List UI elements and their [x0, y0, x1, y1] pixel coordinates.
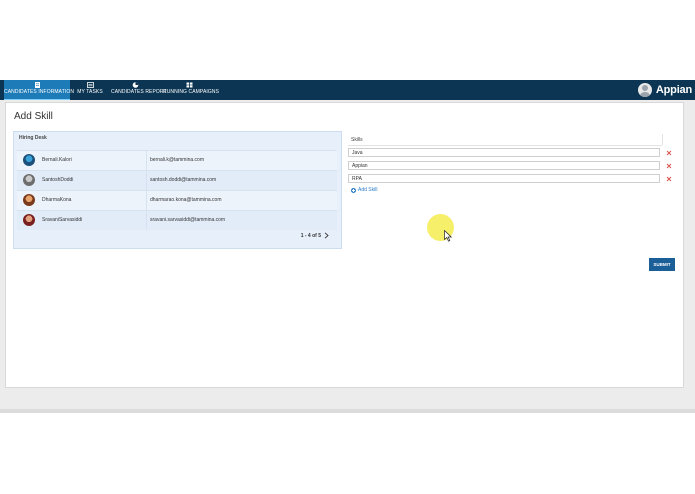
candidate-email: dharmarao.kona@tammina.com — [150, 197, 222, 203]
chevron-right-icon[interactable] — [324, 232, 329, 239]
candidate-name: Bernali.Kalori — [42, 157, 72, 163]
add-skill-label: Add Skill — [358, 187, 378, 193]
remove-icon[interactable] — [666, 150, 672, 156]
nav-tab-candidates-information[interactable]: CANDIDATES INFORMATION — [4, 80, 75, 100]
pie-chart-icon — [132, 82, 138, 88]
nav-tab-candidates-report[interactable]: CANDIDATES REPORT — [111, 80, 167, 100]
hiring-desk-title: Hiring Desk — [19, 135, 47, 141]
plus-circle-icon — [351, 187, 356, 193]
nav-tab-label: CANDIDATES INFORMATION — [4, 89, 75, 95]
skills-panel: Skills Add Skill — [348, 134, 674, 196]
avatar — [23, 194, 35, 206]
main-content: Add Skill Hiring Desk Bernali.Kalori ber… — [5, 102, 684, 388]
nav-tab-running-campaigns[interactable]: RUNNING CAMPAIGNS — [163, 80, 220, 100]
hiring-desk-card: Hiring Desk Bernali.Kalori bernali.k@tam… — [13, 131, 342, 249]
skill-field[interactable] — [348, 174, 660, 183]
horizontal-scrollbar[interactable] — [0, 409, 695, 413]
column-divider — [146, 211, 147, 230]
add-skill-link[interactable]: Add Skill — [351, 187, 377, 193]
skill-field[interactable] — [348, 161, 660, 170]
candidate-email: bernali.k@tammina.com — [150, 157, 204, 163]
skill-field[interactable] — [348, 148, 660, 157]
skills-header-label: Skills — [351, 137, 363, 143]
candidate-name: SantoshDoddi — [42, 177, 74, 183]
page-title: Add Skill — [14, 111, 53, 122]
candidate-email: sravani.sarvasiddi@tammina.com — [150, 217, 226, 223]
column-divider — [146, 151, 147, 170]
nav-tab-label: MY TASKS — [77, 89, 103, 95]
user-avatar[interactable] — [637, 83, 652, 97]
remove-icon[interactable] — [666, 176, 672, 182]
table-row[interactable]: DharmaKona dharmarao.kona@tammina.com — [17, 190, 337, 210]
table-row[interactable]: SantoshDoddi santosh.doddi@tammina.com — [17, 170, 337, 190]
avatar — [23, 174, 35, 186]
column-divider — [146, 171, 147, 190]
column-divider — [662, 134, 663, 145]
table-row[interactable]: Bernali.Kalori bernali.k@tammina.com — [17, 150, 337, 170]
candidate-email: santosh.doddi@tammina.com — [150, 177, 217, 183]
candidate-name: DharmaKona — [42, 197, 72, 203]
submit-button[interactable]: SUBMIT — [649, 258, 675, 271]
nav-tab-my-tasks[interactable]: MY TASKS — [77, 80, 103, 100]
document-icon — [34, 82, 40, 88]
avatar — [23, 214, 35, 226]
grid-icon — [186, 82, 192, 88]
app-frame: CANDIDATES INFORMATION MY TASKS CANDIDAT… — [0, 80, 695, 413]
tasks-icon — [86, 82, 94, 88]
avatar — [23, 154, 35, 166]
appian-logo: Appian — [655, 84, 692, 96]
nav-tab-label: CANDIDATES REPORT — [111, 89, 167, 95]
candidate-name: SravaniSarvasiddi — [42, 217, 83, 223]
top-nav: CANDIDATES INFORMATION MY TASKS CANDIDAT… — [0, 80, 695, 100]
pagination-label: 1 - 4 of 5 — [300, 232, 321, 239]
vertical-scrollbar[interactable] — [689, 100, 695, 409]
remove-icon[interactable] — [666, 163, 672, 169]
skills-header: Skills — [348, 134, 662, 146]
column-divider — [146, 191, 147, 210]
pagination: 1 - 4 of 5 — [301, 232, 329, 239]
table-row[interactable]: SravaniSarvasiddi sravani.sarvasiddi@tam… — [17, 210, 337, 230]
brand: Appian — [637, 82, 692, 98]
nav-tab-label: RUNNING CAMPAIGNS — [163, 89, 220, 95]
mouse-cursor-icon — [444, 230, 452, 242]
